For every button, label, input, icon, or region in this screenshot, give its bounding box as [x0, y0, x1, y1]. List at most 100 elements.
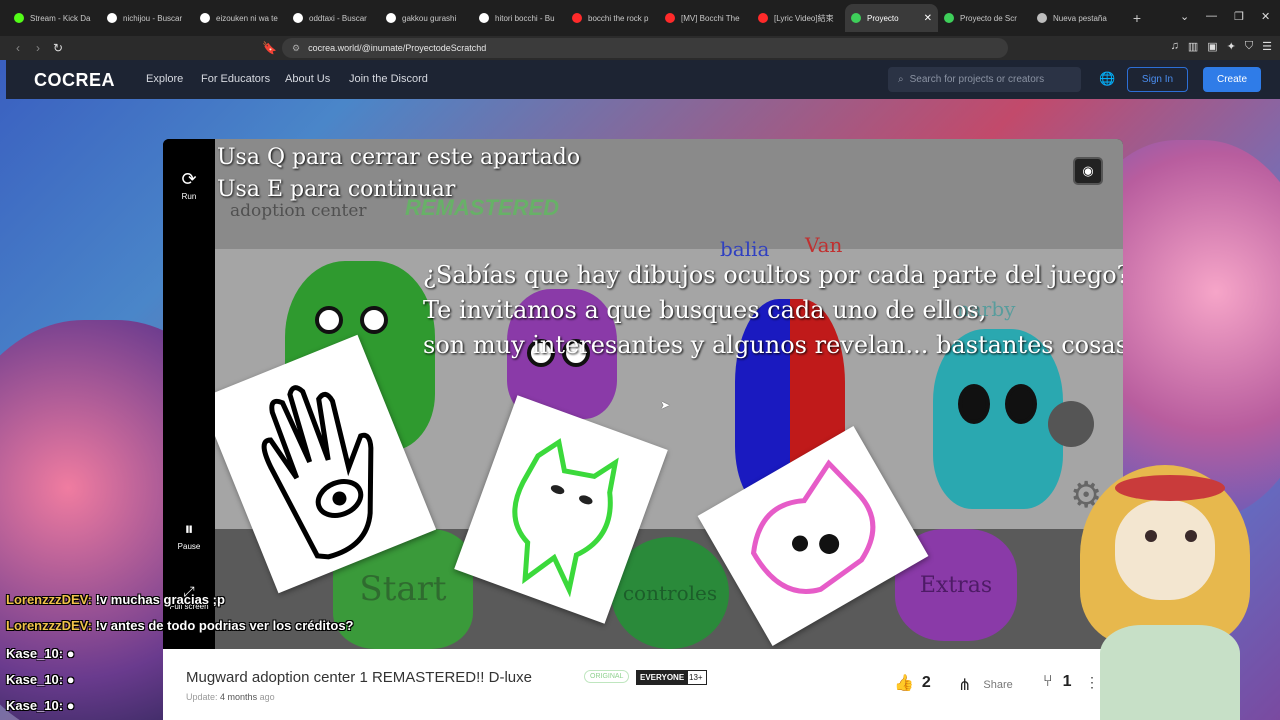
tab-favicon-icon — [572, 13, 582, 23]
browser-tab[interactable]: gakkou gurashi — [380, 4, 473, 32]
nav-for-educators[interactable]: For Educators — [201, 73, 270, 85]
leo-icon[interactable]: ✦ — [1227, 40, 1236, 53]
playlist-icon[interactable]: ♫ — [1171, 40, 1179, 53]
update-label: Update: — [186, 692, 218, 702]
tab-favicon-icon — [479, 13, 489, 23]
share-label: Share — [983, 679, 1013, 691]
streamer-avatar — [1070, 455, 1270, 720]
forward-icon[interactable]: › — [28, 41, 48, 55]
emote-icon: ● — [66, 646, 75, 661]
character-label-van: Van — [805, 233, 843, 257]
tab-title: [MV] Bocchi The — [681, 13, 740, 23]
nav-about-us[interactable]: About Us — [285, 73, 330, 85]
browser-tab-bar: Stream - Kick Da nichijou - Buscar eizouke… — [0, 0, 1280, 36]
chat-user: LorenzzzDEV: — [6, 618, 92, 633]
speaker-icon — [1048, 401, 1094, 447]
browser-tab[interactable]: Proyecto ✕ — [845, 4, 938, 32]
browser-tab[interactable]: oddtaxi - Buscar — [287, 4, 380, 32]
tab-title: bocchi the rock p — [588, 13, 649, 23]
project-player: ⟳ Run ⏸ Pause ⤢ Full screen adoption cen… — [163, 139, 1123, 649]
menu-icon[interactable]: ☰ — [1262, 40, 1272, 53]
chat-text: !v muchas gracias ;p — [95, 592, 225, 607]
game-stage[interactable]: adoption center REMASTERED balia Van nar… — [215, 139, 1123, 649]
tab-favicon-icon — [14, 13, 24, 23]
thumbs-up-icon: 👍 — [894, 675, 914, 692]
browser-tab[interactable]: nichijou - Buscar — [101, 4, 194, 32]
search-input[interactable]: ⌕ Search for projects or creators — [888, 67, 1081, 92]
browser-extension-icons: ♫ ▥ ▣ ✦ ⛉ ☰ — [1171, 40, 1272, 53]
browser-tab[interactable]: hitori bocchi - Bu — [473, 4, 566, 32]
tab-title: [Lyric Video]結束 — [774, 13, 834, 23]
create-button[interactable]: Create — [1203, 67, 1261, 92]
close-tab-icon[interactable]: ✕ — [924, 13, 932, 24]
original-badge: ORIGINAL — [584, 670, 630, 683]
tab-title: Proyecto de Scr — [960, 13, 1017, 23]
pause-label: Pause — [177, 542, 201, 551]
minimize-icon[interactable]: — — [1206, 10, 1217, 22]
avatar-eye — [1185, 530, 1197, 542]
browser-tab[interactable]: [Lyric Video]結束 — [752, 4, 845, 32]
new-tab-button[interactable]: + — [1124, 10, 1150, 26]
rating-badge: EVERYONE — [636, 670, 689, 685]
reload-icon[interactable]: ↻ — [48, 41, 68, 55]
remix-icon: ⑂ — [1043, 673, 1053, 690]
update-info: Update: 4 months ago — [186, 692, 275, 702]
site-info-icon[interactable]: ⚙ — [292, 43, 300, 54]
avatar-body — [1100, 625, 1240, 720]
tab-favicon-icon — [665, 13, 675, 23]
browser-tab[interactable]: eizouken ni wa te — [194, 4, 287, 32]
nav-join-discord[interactable]: Join the Discord — [349, 73, 428, 85]
player-controls: ⟳ Run ⏸ Pause ⤢ Full screen — [163, 139, 215, 649]
browser-tab[interactable]: Stream - Kick Da — [8, 4, 101, 32]
run-label: Run — [181, 192, 197, 201]
run-icon: ⟳ — [181, 169, 197, 189]
sidebar-icon[interactable]: ▥ — [1188, 40, 1198, 53]
tab-title: Proyecto — [867, 13, 899, 23]
search-icon: ⌕ — [898, 74, 904, 85]
chat-message: LorenzzzDEV: !v muchas gracias ;p — [6, 592, 225, 607]
like-button[interactable]: 👍 2 — [894, 673, 931, 693]
site-header: COCREA Explore For Educators About Us Jo… — [6, 60, 1280, 99]
project-title: Mugward adoption center 1 REMASTERED!! D… — [186, 669, 532, 686]
tab-title: nichijou - Buscar — [123, 13, 183, 23]
avatar-hat — [1115, 475, 1225, 501]
camera-icon[interactable]: ◉ — [1073, 157, 1103, 185]
vpn-icon[interactable]: ⛉ — [1245, 40, 1253, 53]
tab-favicon-icon — [758, 13, 768, 23]
faded-title-text: adoption center — [230, 201, 367, 221]
hint-close-text: Usa Q para cerrar este apartado — [217, 145, 581, 170]
url-field[interactable]: ⚙ cocrea.world/@inumate/ProyectodeScratc… — [282, 38, 1008, 58]
sign-in-button[interactable]: Sign In — [1127, 67, 1188, 92]
close-window-icon[interactable]: ✕ — [1261, 10, 1270, 23]
tab-title: hitori bocchi - Bu — [495, 13, 555, 23]
chat-user: Kase_10: — [6, 646, 64, 661]
age-badge: 13+ — [685, 670, 707, 685]
tab-title: oddtaxi - Buscar — [309, 13, 367, 23]
message-line-2: Te invitamos a que busques cada uno de e… — [423, 296, 987, 324]
browser-tab[interactable]: [MV] Bocchi The — [659, 4, 752, 32]
pause-icon: ⏸ — [184, 519, 194, 539]
tab-list-icon[interactable]: ⌄ — [1180, 10, 1189, 23]
character-eye — [360, 306, 388, 334]
back-icon[interactable]: ‹ — [8, 41, 28, 55]
chat-user: LorenzzzDEV: — [6, 592, 92, 607]
browser-tab[interactable]: Nueva pestaña — [1031, 4, 1124, 32]
browser-tab[interactable]: bocchi the rock p — [566, 4, 659, 32]
bookmark-icon[interactable]: 🔖 — [262, 41, 277, 55]
chat-user: Kase_10: — [6, 698, 64, 713]
pause-button[interactable]: ⏸ Pause — [163, 519, 215, 551]
nav-explore[interactable]: Explore — [146, 73, 183, 85]
mouse-cursor-icon: ➤ — [660, 398, 671, 412]
restore-icon[interactable]: ❐ — [1234, 10, 1244, 23]
remix-button[interactable]: ⑂ 1 — [1043, 673, 1072, 691]
emote-icon: ● — [66, 698, 75, 713]
globe-icon[interactable]: 🌐 — [1099, 71, 1115, 87]
wallet-icon[interactable]: ▣ — [1207, 40, 1217, 53]
share-button[interactable]: ⋔ Share — [958, 675, 1013, 695]
share-icon: ⋔ — [958, 677, 972, 694]
character-eye — [958, 384, 990, 424]
browser-tab[interactable]: Proyecto de Scr — [938, 4, 1031, 32]
cocrea-logo[interactable]: COCREA — [34, 70, 115, 91]
character-eye — [1005, 384, 1037, 424]
run-button[interactable]: ⟳ Run — [163, 169, 215, 201]
